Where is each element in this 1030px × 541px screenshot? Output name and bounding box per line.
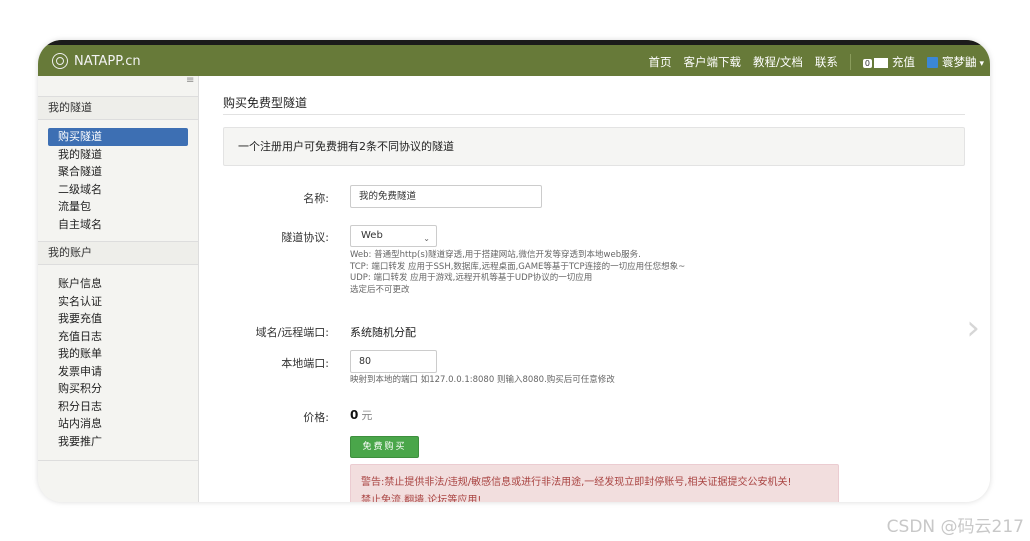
local-port-label: 本地端口: [281, 357, 329, 370]
csdn-watermark: CSDN @码云217 [886, 517, 1024, 537]
card-icon [873, 57, 888, 68]
price-display: 0元 [350, 407, 372, 423]
sidebar-item-buy-points[interactable]: 购买积分 [48, 380, 188, 398]
brand-name: NATAPP.cn [74, 53, 141, 69]
price-label: 价格: [303, 411, 329, 424]
sidebar: ≡ 我的隧道 购买隧道 我的隧道 聚合隧道 二级域名 流量包 自主域名 我的账户… [38, 76, 199, 502]
nav-link-client-download[interactable]: 客户端下载 [684, 54, 742, 70]
sidebar-item-points-log[interactable]: 积分日志 [48, 398, 188, 416]
brand-logo[interactable]: NATAPP.cn [52, 53, 141, 69]
sidebar-heading-tunnels: 我的隧道 [38, 96, 198, 120]
protocol-help-udp: UDP: 端口转发 应用于游戏,远程开机等基于UDP协议的一切应用 [350, 273, 593, 283]
protocol-help-note: 选定后不可更改 [350, 284, 410, 295]
user-menu[interactable]: 寰梦鼬 ▾ [926, 54, 984, 70]
page-title: 购买免费型隧道 [223, 96, 308, 110]
protocol-help-tcp: TCP: 端口转发 应用于SSH,数据库,远程桌面,GAME等基于TCP连接的一… [350, 261, 686, 272]
sidebar-divider [38, 460, 198, 461]
main-content: 购买免费型隧道 一个注册用户可免费拥有2条不同协议的隧道 名称: 我的免费隧道 … [199, 76, 990, 502]
sidebar-tunnel-menu: 购买隧道 我的隧道 聚合隧道 二级域名 流量包 自主域名 [48, 128, 188, 233]
protocol-select[interactable]: Web ⌄ [350, 225, 437, 247]
protocol-selected-value: Web [361, 230, 383, 241]
browser-frame: NATAPP.cn 首页 客户端下载 教程/文档 联系 0 充值 寰梦鼬 ▾ ≡ 我… [38, 40, 990, 502]
collapse-icon[interactable]: ≡ [186, 76, 194, 86]
chevron-right-icon[interactable]: › [966, 308, 980, 348]
protocol-help: Web: 普通型http(s)隧道穿透,用于搭建网站,微信开发等穿透到本地web… [350, 250, 685, 296]
tunnel-name-input[interactable]: 我的免费隧道 [350, 185, 542, 208]
natapp-logo-icon [52, 53, 68, 69]
sidebar-item-buy-tunnel[interactable]: 购买隧道 [48, 128, 188, 146]
chevron-down-icon: ⌄ [423, 234, 430, 243]
balance-badge: 0 [862, 59, 872, 68]
nav-link-contact[interactable]: 联系 [815, 54, 838, 70]
domain-value: 系统随机分配 [350, 326, 416, 339]
caret-down-icon: ▾ [979, 59, 984, 69]
sidebar-item-subdomain[interactable]: 二级域名 [48, 181, 188, 199]
price-unit: 元 [361, 409, 373, 422]
top-navbar: NATAPP.cn 首页 客户端下载 教程/文档 联系 0 充值 寰梦鼬 ▾ [38, 40, 990, 76]
sidebar-item-recharge[interactable]: 我要充值 [48, 310, 188, 328]
user-name: 寰梦鼬 [941, 55, 977, 69]
warning-text-line1: 警告:禁止提供非法/违规/敏感信息或进行非法用途,一经发现立即封停账号,相关证据… [361, 477, 792, 488]
free-buy-button[interactable]: 免费购买 [350, 436, 419, 458]
nav-recharge[interactable]: 0 充值 [862, 54, 915, 70]
sidebar-item-invoice[interactable]: 发票申请 [48, 363, 188, 381]
sidebar-item-verification[interactable]: 实名认证 [48, 293, 188, 311]
protocol-help-web: Web: 普通型http(s)隧道穿透,用于搭建网站,微信开发等穿透到本地web… [350, 250, 641, 260]
sidebar-item-referral[interactable]: 我要推广 [48, 433, 188, 451]
sidebar-item-my-tunnels[interactable]: 我的隧道 [48, 146, 188, 164]
sidebar-item-aggregate-tunnels[interactable]: 聚合隧道 [48, 163, 188, 181]
sidebar-item-messages[interactable]: 站内消息 [48, 415, 188, 433]
info-notice: 一个注册用户可免费拥有2条不同协议的隧道 [223, 127, 965, 166]
warning-alert: 警告:禁止提供非法/违规/敏感信息或进行非法用途,一经发现立即封停账号,相关证据… [350, 464, 839, 502]
local-port-input[interactable]: 80 [350, 350, 437, 373]
user-icon [926, 57, 938, 68]
local-port-help: 映射到本地的端口 如127.0.0.1:8080 则输入8080.购买后可任意修… [350, 375, 615, 385]
domain-label: 域名/远程端口: [255, 326, 329, 339]
nav-links: 首页 客户端下载 教程/文档 联系 0 充值 寰梦鼬 ▾ [649, 54, 984, 70]
sidebar-item-traffic-pack[interactable]: 流量包 [48, 198, 188, 216]
sidebar-heading-account: 我的账户 [38, 241, 198, 265]
sidebar-item-custom-domain[interactable]: 自主域名 [48, 216, 188, 234]
nav-link-docs[interactable]: 教程/文档 [753, 54, 803, 70]
title-divider [223, 114, 965, 115]
nav-link-home[interactable]: 首页 [649, 54, 672, 70]
sidebar-account-menu: 账户信息 实名认证 我要充值 充值日志 我的账单 发票申请 购买积分 积分日志 … [48, 275, 188, 450]
sidebar-item-bills[interactable]: 我的账单 [48, 345, 188, 363]
nav-divider [849, 54, 851, 70]
warning-text-line2: 禁止免流,翻墙,论坛等应用! [361, 495, 482, 502]
sidebar-item-account-info[interactable]: 账户信息 [48, 275, 188, 293]
name-label: 名称: [303, 192, 329, 205]
protocol-label: 隧道协议: [281, 231, 329, 244]
price-value: 0 [350, 408, 359, 422]
recharge-label: 充值 [891, 55, 915, 69]
sidebar-item-recharge-log[interactable]: 充值日志 [48, 328, 188, 346]
